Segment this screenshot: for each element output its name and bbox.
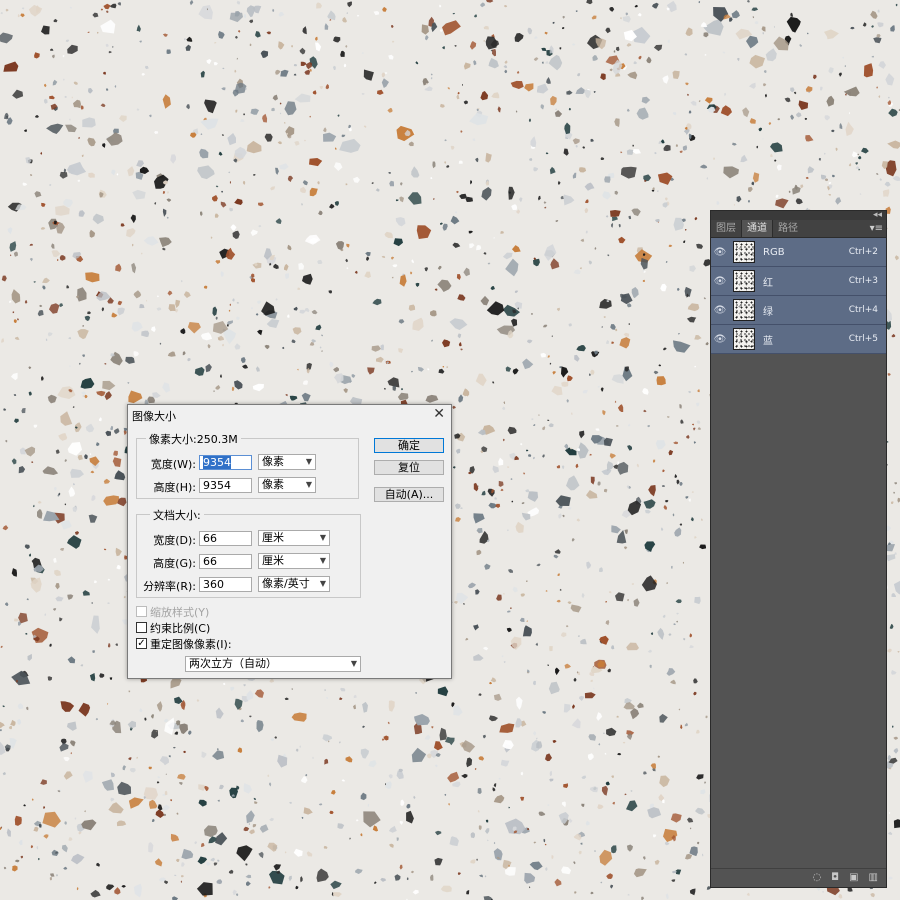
scale-styles-label: 缩放样式(Y) <box>150 606 210 619</box>
pixel-height-label: 高度(H): <box>153 481 196 494</box>
channel-row-rgb[interactable]: 👁 RGB Ctrl+2 <box>711 238 886 267</box>
terrazzo-chip <box>604 176 611 183</box>
document-size-label: 文档大小: <box>150 507 204 523</box>
tab-paths[interactable]: 路径 <box>773 220 803 237</box>
ok-button[interactable]: 确定 <box>374 438 444 453</box>
eye-icon[interactable]: 👁 <box>711 247 729 258</box>
terrazzo-chip <box>406 877 409 881</box>
terrazzo-chip <box>143 787 158 800</box>
scale-styles-checkbox[interactable] <box>136 606 147 617</box>
resolution-field[interactable]: 360 <box>199 577 252 592</box>
doc-width-field[interactable]: 66 <box>199 531 252 546</box>
eye-icon[interactable]: 👁 <box>711 276 729 287</box>
panel-topbar: ◂◂ <box>711 210 886 220</box>
terrazzo-chip <box>832 174 835 178</box>
tab-channels[interactable]: 通道 <box>741 220 773 237</box>
chevron-down-icon: ▼ <box>319 533 326 542</box>
terrazzo-chip <box>561 381 569 387</box>
pixel-dimensions-label: 像素大小:250.3M <box>146 431 241 447</box>
eye-icon[interactable]: 👁 <box>711 334 729 345</box>
delete-channel-icon[interactable]: ▥ <box>869 872 878 884</box>
channel-name: 红 <box>763 277 773 289</box>
tab-layers[interactable]: 图层 <box>711 220 741 237</box>
pixel-height-unit-select[interactable]: 像素 ▼ <box>258 477 316 493</box>
dialog-title: 图像大小 <box>132 410 176 423</box>
pixel-width-unit-select[interactable]: 像素 ▼ <box>258 454 316 470</box>
load-selection-icon[interactable]: ◌ <box>812 872 821 884</box>
terrazzo-chip <box>510 478 513 480</box>
channel-shortcut: Ctrl+5 <box>848 334 878 344</box>
terrazzo-chip <box>408 304 416 311</box>
channels-panel: ◂◂ 图层 通道 路径 ▾≡ 👁 RGB Ctrl+2 👁 红 Ctrl+3 👁… <box>710 210 887 888</box>
doc-height-field[interactable]: 66 <box>199 554 252 569</box>
save-selection-icon[interactable]: ◘ <box>831 872 839 884</box>
resample-checkbox[interactable]: ✓ <box>136 638 147 649</box>
channel-shortcut: Ctrl+4 <box>848 305 878 315</box>
channel-name: 蓝 <box>763 335 773 347</box>
channel-thumbnail <box>733 328 755 350</box>
reset-button[interactable]: 复位 <box>374 460 444 475</box>
channel-row-blue[interactable]: 👁 蓝 Ctrl+5 <box>711 325 886 354</box>
pixel-height-field[interactable]: 9354 <box>199 478 252 493</box>
terrazzo-chip <box>549 646 553 652</box>
channel-shortcut: Ctrl+3 <box>848 276 878 286</box>
panel-menu-icon[interactable]: ▾≡ <box>870 220 883 237</box>
pixel-width-field[interactable]: 9354 <box>199 455 252 470</box>
terrazzo-chip <box>893 819 900 829</box>
resample-method-select[interactable]: 两次立方（自动） ▼ <box>185 656 361 672</box>
new-channel-icon[interactable]: ▣ <box>849 872 858 884</box>
channel-thumbnail <box>733 270 755 292</box>
image-size-dialog: 图像大小 ✕ 像素大小:250.3M 宽度(W): 9354 像素 ▼ 高度(H)… <box>127 404 452 679</box>
doc-height-unit-select[interactable]: 厘米 ▼ <box>258 553 330 569</box>
constrain-proportions-checkbox[interactable] <box>136 622 147 633</box>
panel-footer: ◌ ◘ ▣ ▥ <box>711 868 886 887</box>
channel-name: RGB <box>763 246 785 258</box>
doc-height-label: 高度(G): <box>153 557 196 570</box>
resample-label: 重定图像像素(I): <box>150 638 232 651</box>
terrazzo-chip <box>688 110 692 114</box>
channel-shortcut: Ctrl+2 <box>848 247 878 257</box>
channel-row-green[interactable]: 👁 绿 Ctrl+4 <box>711 296 886 325</box>
chevron-down-icon: ▼ <box>305 457 312 466</box>
channel-thumbnail <box>733 299 755 321</box>
doc-width-unit-select[interactable]: 厘米 ▼ <box>258 530 330 546</box>
terrazzo-chip <box>585 230 588 234</box>
panel-tabs: 图层 通道 路径 ▾≡ <box>711 220 886 238</box>
close-icon[interactable]: ✕ <box>433 406 445 422</box>
pixel-width-label: 宽度(W): <box>150 458 196 471</box>
channel-name: 绿 <box>763 306 773 318</box>
terrazzo-chip <box>251 273 255 278</box>
channel-row-red[interactable]: 👁 红 Ctrl+3 <box>711 267 886 296</box>
resolution-unit-select[interactable]: 像素/英寸 ▼ <box>258 576 330 592</box>
auto-button[interactable]: 自动(A)... <box>374 487 444 502</box>
chevron-down-icon: ▼ <box>319 579 326 588</box>
constrain-proportions-label: 约束比例(C) <box>150 622 211 635</box>
eye-icon[interactable]: 👁 <box>711 305 729 316</box>
chevron-down-icon: ▼ <box>350 659 357 668</box>
chevron-down-icon: ▼ <box>305 480 312 489</box>
terrazzo-chip <box>166 49 171 54</box>
chevron-down-icon: ▼ <box>319 556 326 565</box>
doc-width-label: 宽度(D): <box>153 534 196 547</box>
channel-thumbnail <box>733 241 755 263</box>
resolution-label: 分辨率(R): <box>143 580 196 593</box>
